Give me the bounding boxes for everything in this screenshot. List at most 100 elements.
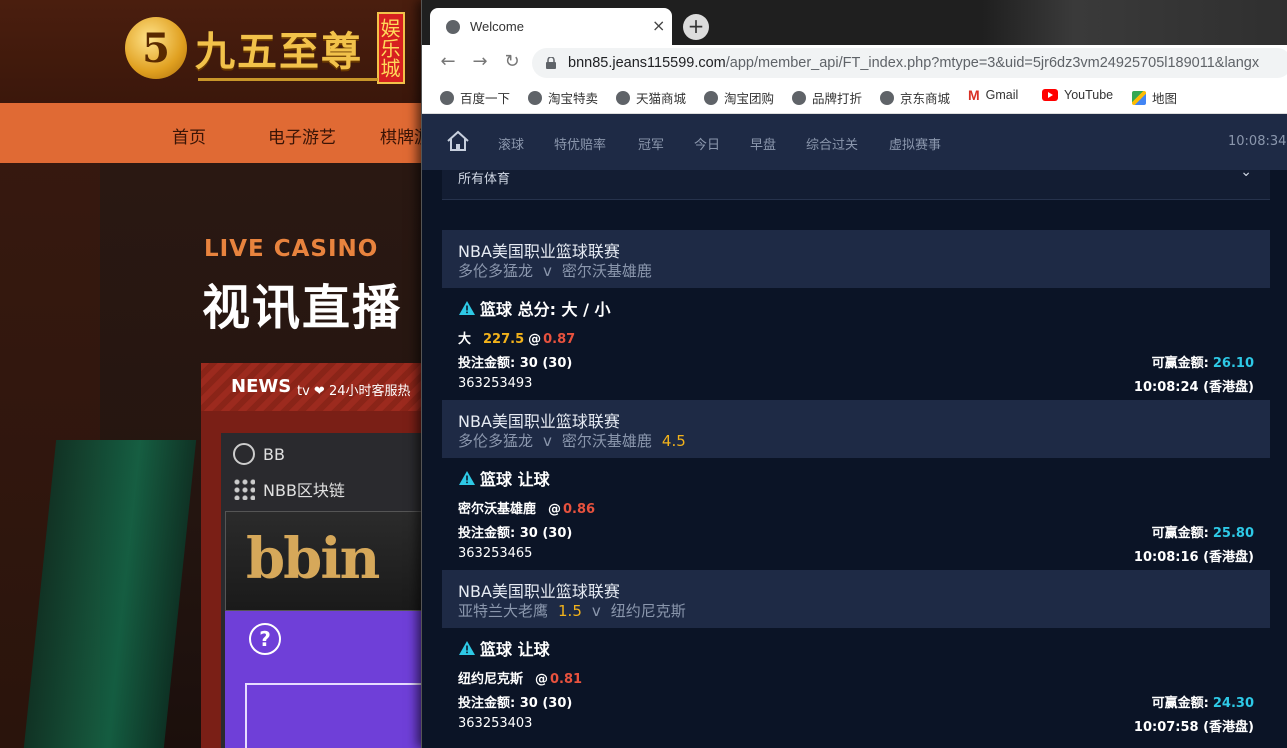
new-tab-button[interactable]: + — [683, 14, 709, 40]
potential-win: 可赢金额: 25.80 — [1152, 522, 1254, 541]
bookmark-label: 百度一下 — [460, 92, 511, 106]
ornament-frame — [245, 683, 425, 748]
url-path: /app/member_api/FT_index.php?mtype=3&uid… — [725, 55, 1260, 71]
bet-odds: 0.86 — [563, 502, 596, 517]
bet-line: 227.5 — [483, 332, 525, 347]
browser-window: Welcome × + ← → ↻ bnn85.jeans115599.com/… — [421, 0, 1287, 748]
bet-match-header: NBA美国职业篮球联赛 多伦多猛龙 v 密尔沃基雄鹿 — [442, 230, 1270, 288]
warning-icon — [459, 471, 475, 485]
potential-win: 可赢金额: 26.10 — [1152, 352, 1254, 371]
ticket-id: 363253493 — [458, 376, 533, 391]
youtube-icon — [1042, 89, 1058, 101]
bookmark-item[interactable]: 淘宝特卖 — [528, 88, 598, 107]
tab-outright[interactable]: 冠军 — [638, 134, 664, 153]
bookmarks-bar: 百度一下 淘宝特卖 天猫商城 淘宝团购 品牌打折 京东商城 M Gmail You… — [422, 81, 1287, 114]
forward-arrow-icon[interactable]: → — [468, 51, 492, 72]
league-name: NBA美国职业篮球联赛 — [458, 242, 620, 261]
bet-match-header: NBA美国职业篮球联赛 亚特兰大老鹰 1.5 v 纽约尼克斯 — [442, 570, 1270, 628]
site-logo[interactable]: 5 九五至尊 娱乐城 — [125, 12, 405, 84]
bookmark-label: 品牌打折 — [812, 92, 863, 106]
bookmark-gmail[interactable]: M Gmail — [968, 88, 1018, 102]
handicap: 4.5 — [661, 432, 686, 450]
bet-odds: 0.87 — [543, 332, 576, 347]
maps-icon — [1132, 90, 1146, 105]
league-name: NBA美国职业篮球联赛 — [458, 412, 620, 431]
news-label: NEWS — [231, 376, 292, 397]
logo-name: 九五至尊 — [195, 28, 363, 75]
bookmark-maps[interactable]: 地图 — [1132, 88, 1177, 107]
bet-type: 篮球 总分: 大 / 小 — [458, 296, 611, 320]
help-icon[interactable]: ? — [249, 623, 281, 655]
address-bar[interactable]: bnn85.jeans115599.com/app/member_api/FT_… — [532, 48, 1287, 78]
bookmark-label: 淘宝团购 — [724, 92, 775, 106]
bet-selection: 密尔沃基雄鹿 @0.86 — [458, 498, 595, 517]
url-text[interactable]: bnn85.jeans115599.com/app/member_api/FT_… — [568, 55, 1259, 71]
stake-value: 30 (30) — [519, 356, 573, 371]
ticket-id: 363253465 — [458, 546, 533, 561]
clock: 10:08:34 — [1228, 134, 1287, 149]
reload-icon[interactable]: ↻ — [500, 51, 524, 72]
bookmark-youtube[interactable]: YouTube — [1042, 88, 1113, 102]
home-team: 多伦多猛龙 — [458, 432, 534, 450]
globe-icon — [446, 20, 460, 34]
bet-card: NBA美国职业篮球联赛 多伦多猛龙 v 密尔沃基雄鹿 4.5 篮球 让球 密尔沃基雄鹿… — [442, 400, 1270, 570]
game-item-nbb[interactable]: NBB区块链 — [233, 477, 345, 501]
logo-badge: 娱乐城 — [377, 12, 405, 84]
globe-icon — [704, 90, 718, 105]
news-ticker[interactable]: tv ❤ 24小时客服热 — [297, 380, 411, 399]
tab-strip-blurred-area — [982, 0, 1287, 45]
stake-label: 投注金额: — [458, 356, 516, 371]
tab-early[interactable]: 早盘 — [750, 134, 776, 153]
bbin-logo: bbin — [246, 526, 380, 592]
globe-icon — [792, 90, 806, 105]
news-bar: NEWS tv ❤ 24小时客服热 — [201, 363, 431, 411]
bet-time: 10:08:16 (香港盘) — [1133, 550, 1254, 565]
bookmark-item[interactable]: 淘宝团购 — [704, 88, 774, 107]
match-teams: 多伦多猛龙 v 密尔沃基雄鹿 — [458, 260, 652, 281]
bookmark-item[interactable]: 京东商城 — [880, 88, 950, 107]
tab-live[interactable]: 滚球 — [498, 134, 524, 153]
away-team: 密尔沃基雄鹿 — [561, 262, 652, 280]
match-teams: 多伦多猛龙 v 密尔沃基雄鹿 4.5 — [458, 430, 696, 451]
win-value: 26.10 — [1212, 356, 1254, 371]
game-tile[interactable]: ? — [225, 611, 425, 748]
vs-separator: v — [543, 432, 552, 450]
home-team: 亚特兰大老鹰 — [458, 602, 549, 620]
bet-selection: 纽约尼克斯 @0.81 — [458, 668, 582, 687]
blockchain-icon — [233, 478, 255, 500]
bet-selection: 大 227.5 @0.87 — [458, 328, 575, 347]
site-nav-egames[interactable]: 电子游艺 — [268, 123, 336, 148]
home-icon[interactable] — [446, 130, 470, 152]
site-nav-home[interactable]: 首页 — [172, 123, 206, 148]
url-host: bnn85.jeans115599.com — [568, 55, 726, 71]
tab-welcome[interactable]: Welcome × — [430, 8, 672, 45]
stake: 投注金额: 30 (30) — [458, 522, 572, 541]
globe-icon — [528, 90, 542, 105]
tab-virtual[interactable]: 虚拟赛事 — [889, 134, 941, 153]
sportsbook-nav: 滚球 特优赔率 冠军 今日 早盘 综合过关 虚拟赛事 10:08:34 — [422, 114, 1287, 170]
close-icon[interactable]: × — [652, 16, 665, 35]
bet-time: 10:08:24 (香港盘) — [1133, 380, 1254, 395]
away-team: 纽约尼克斯 — [610, 602, 686, 620]
live-casino-title: 视讯直播 — [202, 280, 403, 336]
logo-underline — [198, 78, 378, 81]
handicap: 1.5 — [558, 602, 582, 620]
back-arrow-icon[interactable]: ← — [436, 51, 460, 72]
bet-type: 篮球 让球 — [458, 636, 550, 660]
tab-today[interactable]: 今日 — [694, 134, 720, 153]
at-symbol: @ — [535, 672, 549, 687]
bb-chip-icon — [233, 443, 255, 465]
match-teams: 亚特兰大老鹰 1.5 v 纽约尼克斯 — [458, 600, 686, 621]
tab-parlay[interactable]: 综合过关 — [806, 134, 858, 153]
bookmark-item[interactable]: 品牌打折 — [792, 88, 862, 107]
bookmark-item[interactable]: 天猫商城 — [616, 88, 686, 107]
game-item-bb[interactable]: BB — [233, 443, 285, 465]
vs-separator: v — [591, 602, 601, 620]
bookmark-item[interactable]: 百度一下 — [440, 88, 510, 107]
home-team: 多伦多猛龙 — [458, 262, 534, 280]
tab-special-odds[interactable]: 特优赔率 — [554, 134, 606, 153]
away-team: 密尔沃基雄鹿 — [561, 432, 652, 450]
bookmark-label: Gmail — [985, 88, 1019, 102]
league-name: NBA美国职业篮球联赛 — [458, 582, 620, 601]
bbin-banner[interactable]: bbin — [225, 511, 425, 611]
